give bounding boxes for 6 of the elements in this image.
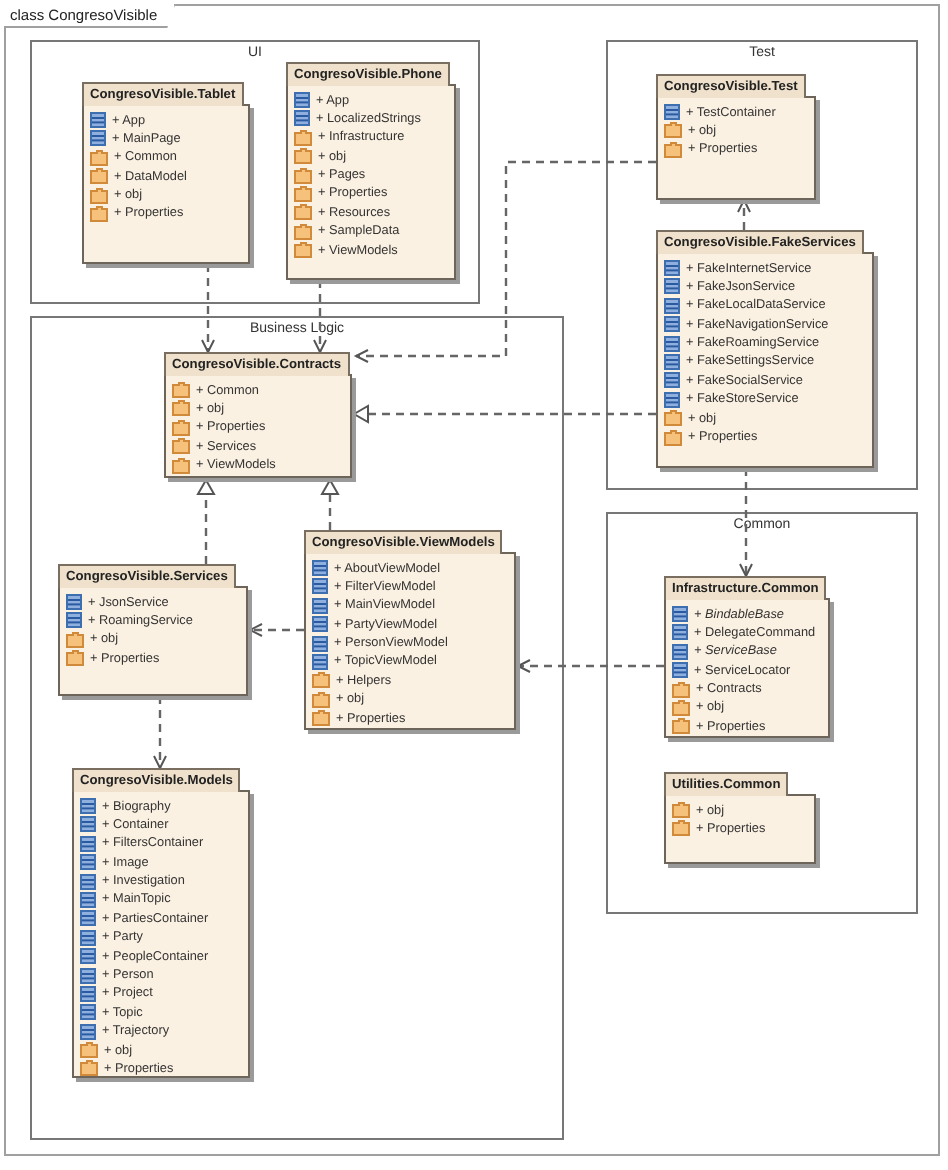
dependency-arrow — [153, 696, 167, 771]
dependency-arrow — [201, 264, 215, 355]
dependency-arrow — [247, 623, 304, 637]
class-icon — [664, 104, 680, 120]
realization-arrow — [196, 478, 216, 564]
realization-arrow — [320, 478, 340, 530]
